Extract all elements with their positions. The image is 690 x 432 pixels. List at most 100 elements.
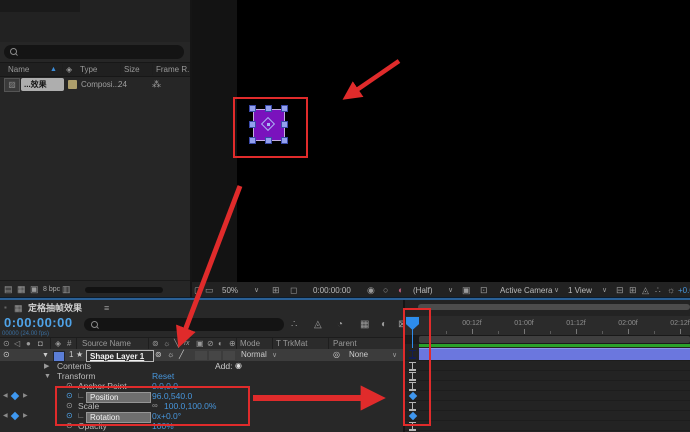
parent-column[interactable]: Parent bbox=[333, 340, 357, 348]
ruler-tick-minor bbox=[498, 331, 499, 334]
adjustment-column-icon: ▣ bbox=[196, 340, 204, 348]
layer-label-swatch[interactable] bbox=[53, 351, 65, 362]
pixel-aspect-icon[interactable]: ⊞ bbox=[629, 286, 637, 295]
new-folder-icon[interactable]: ▦ bbox=[17, 285, 26, 294]
monitor-icon[interactable]: ▭ bbox=[205, 286, 214, 295]
interpret-footage-icon[interactable]: ▤ bbox=[4, 285, 13, 294]
always-preview-icon[interactable]: ▢ bbox=[194, 286, 203, 295]
parent-select[interactable]: None bbox=[349, 351, 368, 359]
motion-blur-icon[interactable]: ◐ bbox=[381, 320, 387, 330]
project-bit-depth[interactable]: 8 bpc bbox=[43, 286, 60, 293]
panel-menu-icon[interactable]: ≡ bbox=[104, 304, 109, 313]
project-search-input[interactable] bbox=[4, 45, 184, 59]
add-label: Add: bbox=[215, 362, 233, 371]
layer-switch-cell[interactable] bbox=[209, 351, 221, 360]
keyframe-nav-right-icon[interactable]: ▶ bbox=[23, 413, 28, 419]
project-item-row[interactable]: ▨ ...效果 Composi... 24 ⁂ bbox=[0, 76, 190, 94]
layer-eye-icon[interactable]: ⊙ bbox=[3, 351, 10, 359]
source-name-column[interactable]: Source Name bbox=[82, 340, 131, 348]
show-snapshot-icon[interactable]: ○ bbox=[383, 286, 388, 295]
keyframe-nav-diamond[interactable] bbox=[11, 411, 19, 419]
comp-timecode[interactable]: 0:00:00:00 bbox=[313, 287, 351, 295]
view-options-icon[interactable]: ⊟ bbox=[616, 286, 624, 295]
layer-switch-cell[interactable] bbox=[223, 351, 235, 360]
prop-name[interactable]: Contents bbox=[57, 362, 91, 371]
ruler-label: 02:00f bbox=[618, 320, 637, 327]
work-area-bar[interactable] bbox=[419, 336, 690, 343]
current-time[interactable]: 0:00:00:00 bbox=[4, 316, 73, 329]
blend-mode-select[interactable]: Normal bbox=[241, 351, 267, 359]
layer-quality-slash-icon[interactable]: ╱ bbox=[179, 351, 184, 359]
render-progress-bar bbox=[419, 344, 690, 347]
transparency-grid-icon[interactable]: ⊡ bbox=[480, 286, 488, 295]
timeline-tab-title[interactable]: 定格抽帧效果 bbox=[28, 304, 82, 313]
keyframe-nav-left-icon[interactable]: ◀ bbox=[3, 413, 8, 419]
resolution-dropdown-icon[interactable]: ∨ bbox=[448, 287, 453, 294]
time-ruler[interactable]: 00:12f 01:00f 01:12f 02:00f 02:12f bbox=[405, 316, 690, 336]
channels-icon[interactable]: ◐ bbox=[398, 286, 403, 295]
flowchart-button-icon[interactable]: ∴ bbox=[655, 286, 661, 295]
add-icon[interactable]: ◉ bbox=[235, 362, 242, 370]
column-size[interactable]: Size bbox=[124, 66, 140, 74]
fast-preview-icon[interactable]: ▣ bbox=[462, 286, 471, 295]
mode-column[interactable]: Mode bbox=[240, 340, 260, 348]
layer-effects-icon[interactable]: ☼ bbox=[167, 351, 174, 359]
reset-link[interactable]: Reset bbox=[152, 372, 174, 381]
project-hscrollbar[interactable] bbox=[85, 287, 163, 293]
column-frame-rate[interactable]: Frame R.. bbox=[156, 66, 192, 74]
transform-disclosure-icon[interactable]: ▼ bbox=[44, 373, 51, 380]
new-comp-icon[interactable]: ▣ bbox=[30, 285, 39, 294]
trash-icon[interactable]: ▥ bbox=[62, 285, 71, 294]
snapshot-icon[interactable]: ◉ bbox=[367, 286, 375, 295]
roi-icon[interactable]: ◻ bbox=[290, 286, 297, 295]
item-color-chip[interactable] bbox=[68, 80, 77, 89]
layer-row[interactable]: ⊙ ▼ 1 ★ Shape Layer 1 ⊚ ☼ ╱ Normal ∨ ◎ N… bbox=[0, 349, 405, 361]
frame-blend-icon[interactable]: ▦ bbox=[360, 320, 369, 330]
exposure-icon[interactable]: ☼ bbox=[667, 286, 675, 295]
project-column-header: Name ▲ ◈ Type Size Frame R.. bbox=[0, 62, 190, 77]
zoom-level[interactable]: 50% bbox=[222, 287, 238, 295]
layer-name-box[interactable]: Shape Layer 1 bbox=[86, 350, 154, 362]
trkmat-column[interactable]: T TrkMat bbox=[276, 340, 307, 348]
zoom-dropdown-icon[interactable]: ∨ bbox=[254, 287, 259, 294]
sitemap-icon[interactable]: ⁂ bbox=[152, 80, 161, 89]
annotation-box-transform bbox=[55, 386, 250, 426]
keyframe-nav-diamond[interactable] bbox=[11, 391, 19, 399]
column-type[interactable]: Type bbox=[80, 66, 97, 74]
ruler-tick bbox=[628, 329, 629, 334]
view-layout-select[interactable]: 1 View bbox=[568, 287, 592, 295]
sort-asc-icon[interactable]: ▲ bbox=[50, 66, 57, 73]
timeline-search-input[interactable] bbox=[84, 318, 284, 331]
ruler-tick bbox=[576, 329, 577, 334]
mini-flowchart-icon[interactable]: ∴ bbox=[291, 320, 297, 330]
ruler-label: 00:12f bbox=[462, 320, 481, 327]
keyframe-nav-left-icon[interactable]: ◀ bbox=[3, 393, 8, 399]
prop-row-contents[interactable]: ▶ Contents Add: ◉ bbox=[0, 361, 405, 371]
draft-3d-icon[interactable]: ◬ bbox=[314, 320, 322, 330]
graph-hscrollbar[interactable] bbox=[418, 304, 690, 310]
solo-column-icon: ● bbox=[26, 340, 31, 348]
layer-switch-cell[interactable] bbox=[195, 351, 207, 360]
layer-quality-icon[interactable]: ⊚ bbox=[155, 351, 162, 359]
prop-row-transform[interactable]: ▼ Transform Reset bbox=[0, 371, 405, 381]
comp-toolbar: ▢ ▭ 50% ∨ ⊞ ◻ 0:00:00:00 ◉ ○ ◐ (Half) ∨ … bbox=[192, 282, 690, 298]
prop-name[interactable]: Transform bbox=[57, 372, 95, 381]
column-name[interactable]: Name bbox=[8, 66, 29, 74]
shy-icon[interactable]: ◔ bbox=[337, 320, 343, 330]
keyframe-nav-right-icon[interactable]: ▶ bbox=[23, 393, 28, 399]
layer-disclosure-icon[interactable]: ▼ bbox=[42, 352, 49, 359]
view-dropdown-icon[interactable]: ∨ bbox=[602, 287, 607, 294]
parent-pickwhip-icon[interactable]: ◎ bbox=[333, 351, 340, 359]
parent-dropdown-icon[interactable]: ∨ bbox=[392, 352, 397, 359]
mode-dropdown-icon[interactable]: ∨ bbox=[272, 352, 277, 359]
resolution-select[interactable]: (Half) bbox=[413, 287, 433, 295]
camera-select[interactable]: Active Camera bbox=[500, 287, 552, 295]
item-name: ...效果 bbox=[24, 81, 47, 89]
item-name-box[interactable]: ...效果 bbox=[21, 78, 64, 91]
contents-disclosure-icon[interactable]: ▶ bbox=[44, 363, 49, 370]
grid-guides-icon[interactable]: ⊞ bbox=[272, 286, 280, 295]
exposure-value[interactable]: +0.0 bbox=[678, 287, 690, 295]
tag-icon[interactable]: ◈ bbox=[66, 66, 72, 74]
timeline-button-icon[interactable]: ◬ bbox=[642, 286, 649, 295]
camera-dropdown-icon[interactable]: ∨ bbox=[554, 287, 559, 294]
